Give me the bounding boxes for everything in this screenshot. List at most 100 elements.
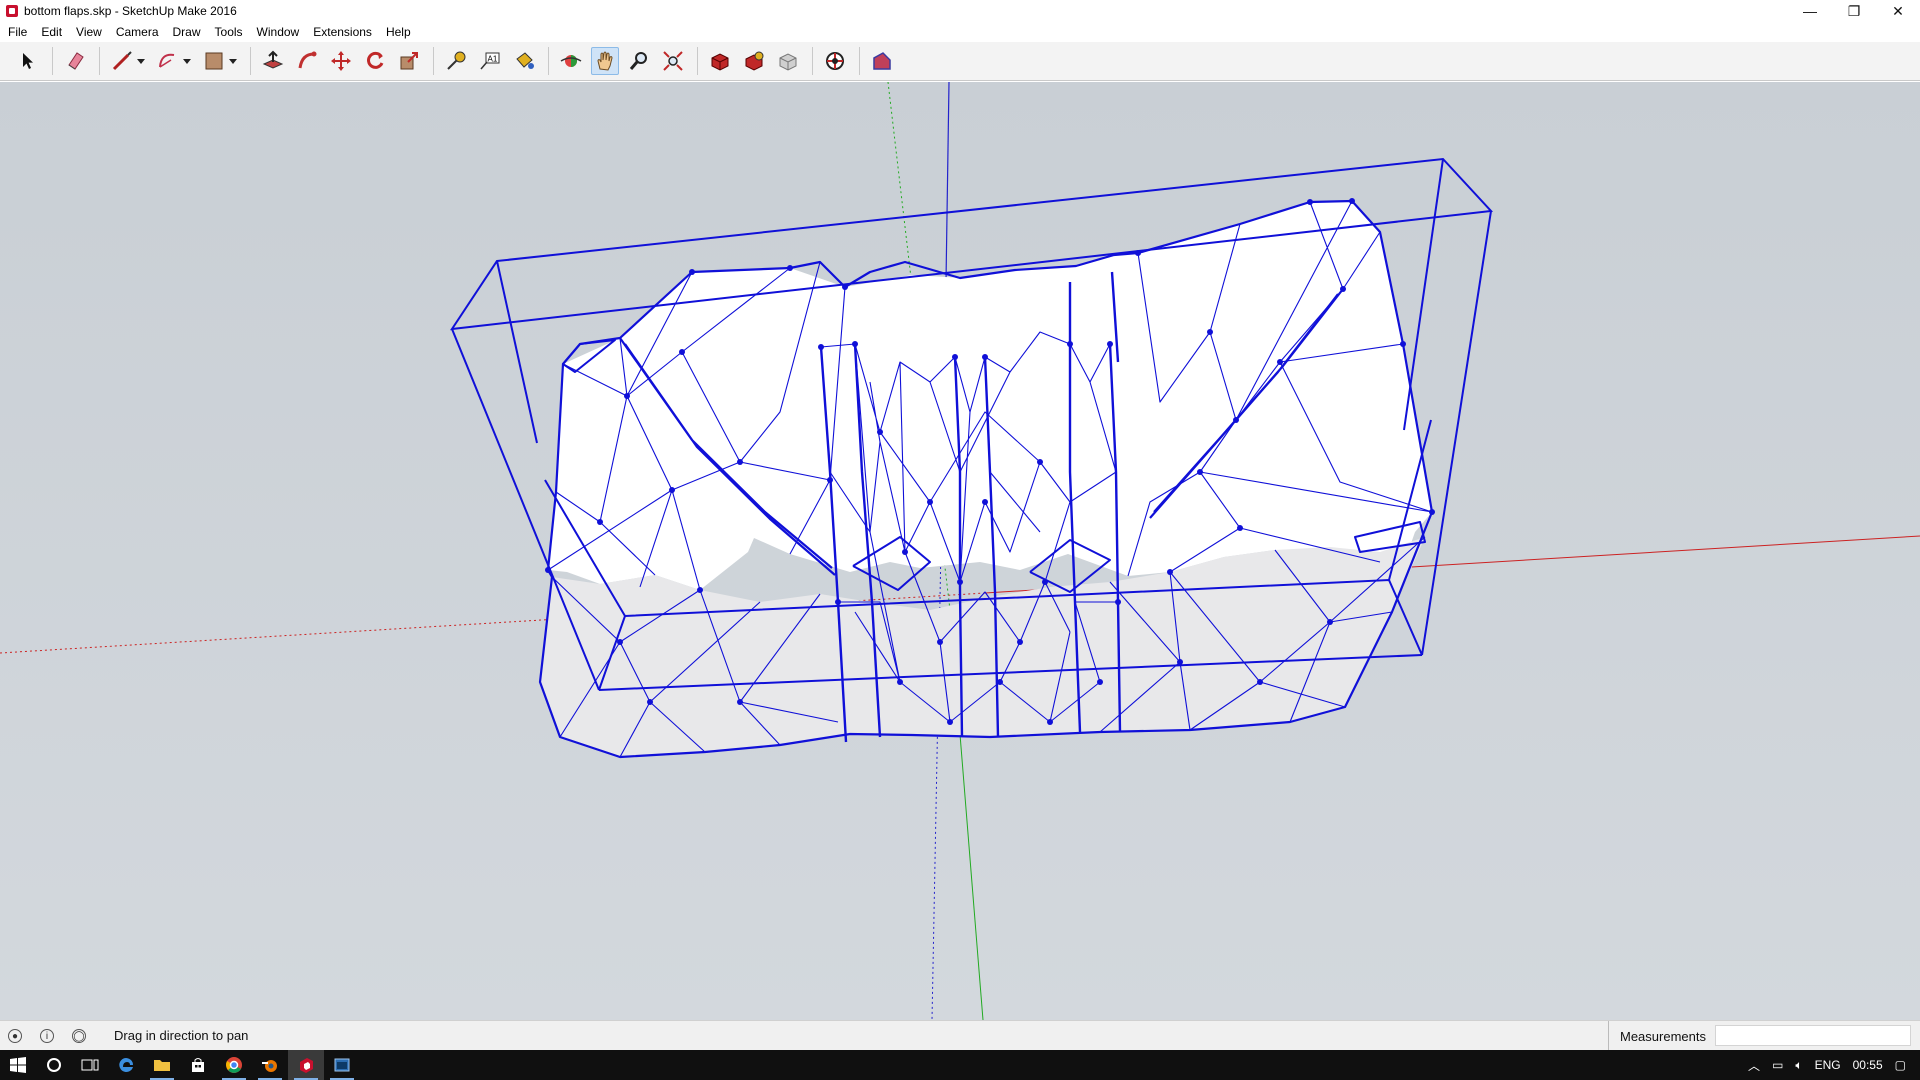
share-model-button[interactable]	[740, 47, 768, 75]
toolbar-separator	[697, 47, 698, 75]
measurements-input[interactable]	[1715, 1025, 1911, 1046]
status-hint: Drag in direction to pan	[114, 1028, 249, 1043]
zoom-tool-button[interactable]	[625, 47, 653, 75]
close-button[interactable]: ✕	[1876, 0, 1920, 22]
tape-measure-tool-icon	[447, 51, 466, 70]
rotate-tool-button[interactable]	[361, 47, 389, 75]
menu-camera[interactable]: Camera	[108, 25, 165, 39]
title-bar: bottom flaps.skp - SketchUp Make 2016 — …	[0, 0, 1920, 22]
start-button[interactable]	[0, 1050, 36, 1080]
select-tool-icon	[23, 53, 33, 69]
line-tool-dropdown[interactable]	[136, 47, 146, 75]
edge-taskbar-button[interactable]	[108, 1050, 144, 1080]
layout-button[interactable]	[821, 47, 849, 75]
line-tool-button[interactable]	[108, 47, 136, 75]
menu-help[interactable]: Help	[378, 25, 417, 39]
rectangle-tool-dropdown[interactable]	[228, 47, 238, 75]
model-canvas[interactable]	[0, 82, 1920, 1020]
large-tool-set-toolbar: A1	[0, 42, 1920, 81]
language-indicator[interactable]: ENG	[1815, 1058, 1841, 1072]
menu-tools[interactable]: Tools	[207, 25, 249, 39]
section-plane-button[interactable]	[868, 47, 896, 75]
follow-me-tool-button[interactable]	[293, 47, 321, 75]
system-tray: ︿ ▭ 🔈︎ ENG 00:55 ▢	[1748, 1050, 1920, 1080]
toolbar-separator	[812, 47, 813, 75]
menu-extensions[interactable]: Extensions	[305, 25, 378, 39]
share-model-icon	[745, 51, 764, 71]
cortana-button[interactable]	[36, 1050, 72, 1080]
top-face-surface	[548, 201, 1432, 590]
text-tool-icon: A1	[480, 52, 500, 70]
push-pull-tool-button[interactable]	[259, 47, 287, 75]
app-window-taskbar-button[interactable]	[324, 1050, 360, 1080]
toolbar-separator	[433, 47, 434, 75]
extension-warehouse-icon	[779, 53, 797, 71]
rectangle-tool-button[interactable]	[200, 47, 228, 75]
toolbar-separator	[99, 47, 100, 75]
volume-icon[interactable]: 🔈︎	[1795, 1058, 1802, 1073]
paint-bucket-tool-icon	[516, 52, 534, 69]
scale-tool-button[interactable]	[395, 47, 423, 75]
sketchup-taskbar-button[interactable]	[288, 1050, 324, 1080]
move-tool-button[interactable]	[327, 47, 355, 75]
model-viewport[interactable]	[0, 82, 1920, 1020]
show-hidden-icons-icon[interactable]: ︿	[1748, 1057, 1760, 1074]
extension-warehouse-button[interactable]	[774, 47, 802, 75]
credits-info-icon[interactable]: i	[40, 1028, 54, 1043]
menu-draw[interactable]: Draw	[165, 25, 207, 39]
task-view-button[interactable]	[72, 1050, 108, 1080]
chevron-down-icon	[183, 59, 191, 64]
measurements-label: Measurements	[1608, 1021, 1706, 1051]
file-explorer-taskbar-button[interactable]	[144, 1050, 180, 1080]
blender-taskbar-button[interactable]	[252, 1050, 288, 1080]
follow-me-tool-icon	[298, 51, 317, 69]
blender-icon	[262, 1060, 277, 1072]
eraser-tool-icon	[68, 52, 84, 70]
menu-view[interactable]: View	[68, 25, 108, 39]
window-title: bottom flaps.skp - SketchUp Make 2016	[24, 4, 237, 18]
store-taskbar-button[interactable]	[180, 1050, 216, 1080]
orbit-tool-button[interactable]	[557, 47, 585, 75]
status-bar: ● i ◯ Drag in direction to pan Measureme…	[0, 1020, 1920, 1051]
zoom-extents-tool-icon	[663, 51, 683, 71]
chrome-browser-icon	[226, 1057, 242, 1073]
chevron-down-icon	[137, 59, 145, 64]
user-signin-icon[interactable]: ◯	[72, 1028, 86, 1043]
push-pull-tool-icon	[262, 50, 284, 69]
menu-bar: File Edit View Camera Draw Tools Window …	[0, 22, 1920, 42]
zoom-extents-tool-button[interactable]	[659, 47, 687, 75]
svg-text:A1: A1	[488, 55, 498, 64]
bounding-box-back-left	[496, 260, 538, 444]
text-tool-button[interactable]: A1	[476, 47, 504, 75]
toolbar-separator	[52, 47, 53, 75]
toolbar-separator	[250, 47, 251, 75]
orbit-tool-icon	[560, 55, 582, 67]
restore-button[interactable]: ❐	[1832, 0, 1876, 22]
warehouse-icon	[711, 53, 729, 71]
tape-measure-tool-button[interactable]	[442, 47, 470, 75]
paint-bucket-tool-button[interactable]	[510, 47, 538, 75]
menu-file[interactable]: File	[0, 25, 33, 39]
application-window-icon	[334, 1058, 350, 1072]
chevron-down-icon	[229, 59, 237, 64]
line-tool-icon	[112, 51, 132, 71]
edge-browser-icon	[119, 1058, 133, 1072]
bounding-box-right-edge	[1421, 210, 1492, 656]
chrome-taskbar-button[interactable]	[216, 1050, 252, 1080]
warehouse-button[interactable]	[706, 47, 734, 75]
arc-tool-dropdown[interactable]	[182, 47, 192, 75]
menu-edit[interactable]: Edit	[33, 25, 68, 39]
arc-tool-button[interactable]	[154, 47, 182, 75]
action-center-icon[interactable]: ▢	[1895, 1058, 1906, 1072]
pan-tool-button[interactable]	[591, 47, 619, 75]
pan-tool-icon	[597, 51, 613, 71]
geo-location-icon[interactable]: ●	[8, 1028, 22, 1043]
rotate-tool-icon	[367, 51, 384, 69]
eraser-tool-button[interactable]	[61, 47, 89, 75]
minimize-button[interactable]: —	[1788, 0, 1832, 22]
network-icon[interactable]: ▭	[1772, 1058, 1783, 1072]
menu-window[interactable]: Window	[249, 25, 306, 39]
toolbar-separator	[859, 47, 860, 75]
clock[interactable]: 00:55	[1853, 1058, 1883, 1072]
select-tool-button[interactable]	[14, 47, 42, 75]
